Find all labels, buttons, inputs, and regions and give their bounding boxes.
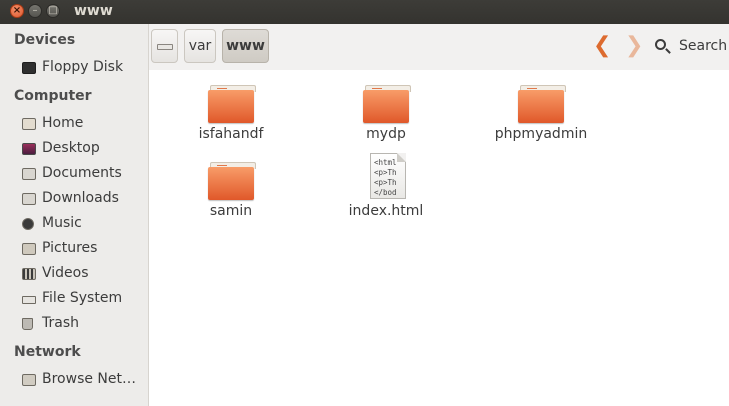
sidebar-item-pictures[interactable]: Pictures bbox=[22, 238, 146, 260]
videos-folder-icon bbox=[22, 268, 36, 280]
sidebar-item-label: Music bbox=[42, 215, 82, 231]
floppy-disk-icon bbox=[22, 62, 36, 74]
sidebar-item-downloads[interactable]: Downloads bbox=[22, 188, 146, 210]
close-window-button[interactable]: × bbox=[10, 4, 24, 18]
back-button[interactable]: ❮ bbox=[593, 34, 611, 58]
file-icon-view[interactable]: isfahandf mydp phpmyadmin samin <html <p… bbox=[149, 70, 729, 406]
folder-icon bbox=[518, 85, 566, 123]
html-file-icon: <html <p>Th <p>Th </bod bbox=[370, 153, 406, 199]
home-folder-icon bbox=[22, 118, 36, 130]
title-bar: × – □ www bbox=[0, 0, 729, 24]
search-button[interactable]: Search bbox=[679, 38, 727, 54]
breadcrumb-root-drive[interactable] bbox=[151, 29, 178, 63]
drive-icon bbox=[156, 44, 173, 50]
breadcrumb-www[interactable]: www bbox=[222, 29, 269, 63]
sidebar-item-label: Videos bbox=[42, 265, 89, 281]
drive-icon bbox=[22, 296, 36, 304]
maximize-window-button[interactable]: □ bbox=[46, 4, 60, 18]
sidebar-item-documents[interactable]: Documents bbox=[22, 163, 146, 185]
sidebar-item-videos[interactable]: Videos bbox=[22, 263, 146, 285]
window-title: www bbox=[74, 3, 113, 19]
html-preview-text: <html <p>Th <p>Th </bod bbox=[374, 158, 397, 197]
sidebar-item-label: Home bbox=[42, 115, 84, 131]
search-icon[interactable] bbox=[655, 39, 666, 50]
sidebar-item-label: Floppy Disk bbox=[42, 59, 124, 75]
places-sidebar: Devices Floppy Disk Computer Home Deskto… bbox=[0, 24, 149, 406]
sidebar-heading-devices: Devices bbox=[14, 32, 76, 48]
sidebar-heading-computer: Computer bbox=[14, 88, 92, 104]
file-name: phpmyadmin bbox=[494, 126, 588, 142]
sidebar-item-desktop[interactable]: Desktop bbox=[22, 138, 146, 160]
sidebar-item-label: Pictures bbox=[42, 240, 98, 256]
file-item-folder[interactable]: samin bbox=[171, 147, 291, 223]
toolbar: var www ❮ ❯ Search bbox=[149, 24, 729, 70]
trash-icon bbox=[22, 318, 33, 330]
pictures-folder-icon bbox=[22, 243, 36, 255]
sidebar-item-floppy-disk[interactable]: Floppy Disk bbox=[22, 57, 146, 79]
sidebar-item-label: File System bbox=[42, 290, 123, 306]
sidebar-item-home[interactable]: Home bbox=[22, 113, 146, 135]
desktop-icon bbox=[22, 143, 36, 155]
breadcrumb-var[interactable]: var bbox=[184, 29, 216, 63]
sidebar-item-trash[interactable]: Trash bbox=[22, 313, 146, 335]
folder-icon bbox=[208, 162, 256, 200]
sidebar-item-browse-network[interactable]: Browse Net… bbox=[22, 369, 146, 391]
downloads-folder-icon bbox=[22, 193, 36, 205]
file-item-folder[interactable]: isfahandf bbox=[171, 70, 291, 146]
file-name: isfahandf bbox=[198, 126, 264, 142]
file-name: samin bbox=[209, 203, 253, 219]
sidebar-item-label: Trash bbox=[42, 315, 79, 331]
sidebar-item-music[interactable]: Music bbox=[22, 213, 146, 235]
sidebar-item-file-system[interactable]: File System bbox=[22, 288, 146, 310]
sidebar-item-label: Downloads bbox=[42, 190, 119, 206]
folder-icon bbox=[208, 85, 256, 123]
sidebar-item-label: Browse Net… bbox=[42, 371, 137, 387]
sidebar-item-label: Desktop bbox=[42, 140, 100, 156]
network-icon bbox=[22, 374, 36, 386]
file-item-folder[interactable]: phpmyadmin bbox=[481, 70, 601, 146]
file-item-html[interactable]: <html <p>Th <p>Th </bod index.html bbox=[326, 70, 446, 220]
music-folder-icon bbox=[22, 218, 34, 230]
sidebar-heading-network: Network bbox=[14, 344, 81, 360]
forward-button[interactable]: ❯ bbox=[625, 34, 643, 58]
file-name: index.html bbox=[348, 203, 424, 219]
sidebar-item-label: Documents bbox=[42, 165, 122, 181]
documents-folder-icon bbox=[22, 168, 36, 180]
minimize-window-button[interactable]: – bbox=[28, 4, 42, 18]
